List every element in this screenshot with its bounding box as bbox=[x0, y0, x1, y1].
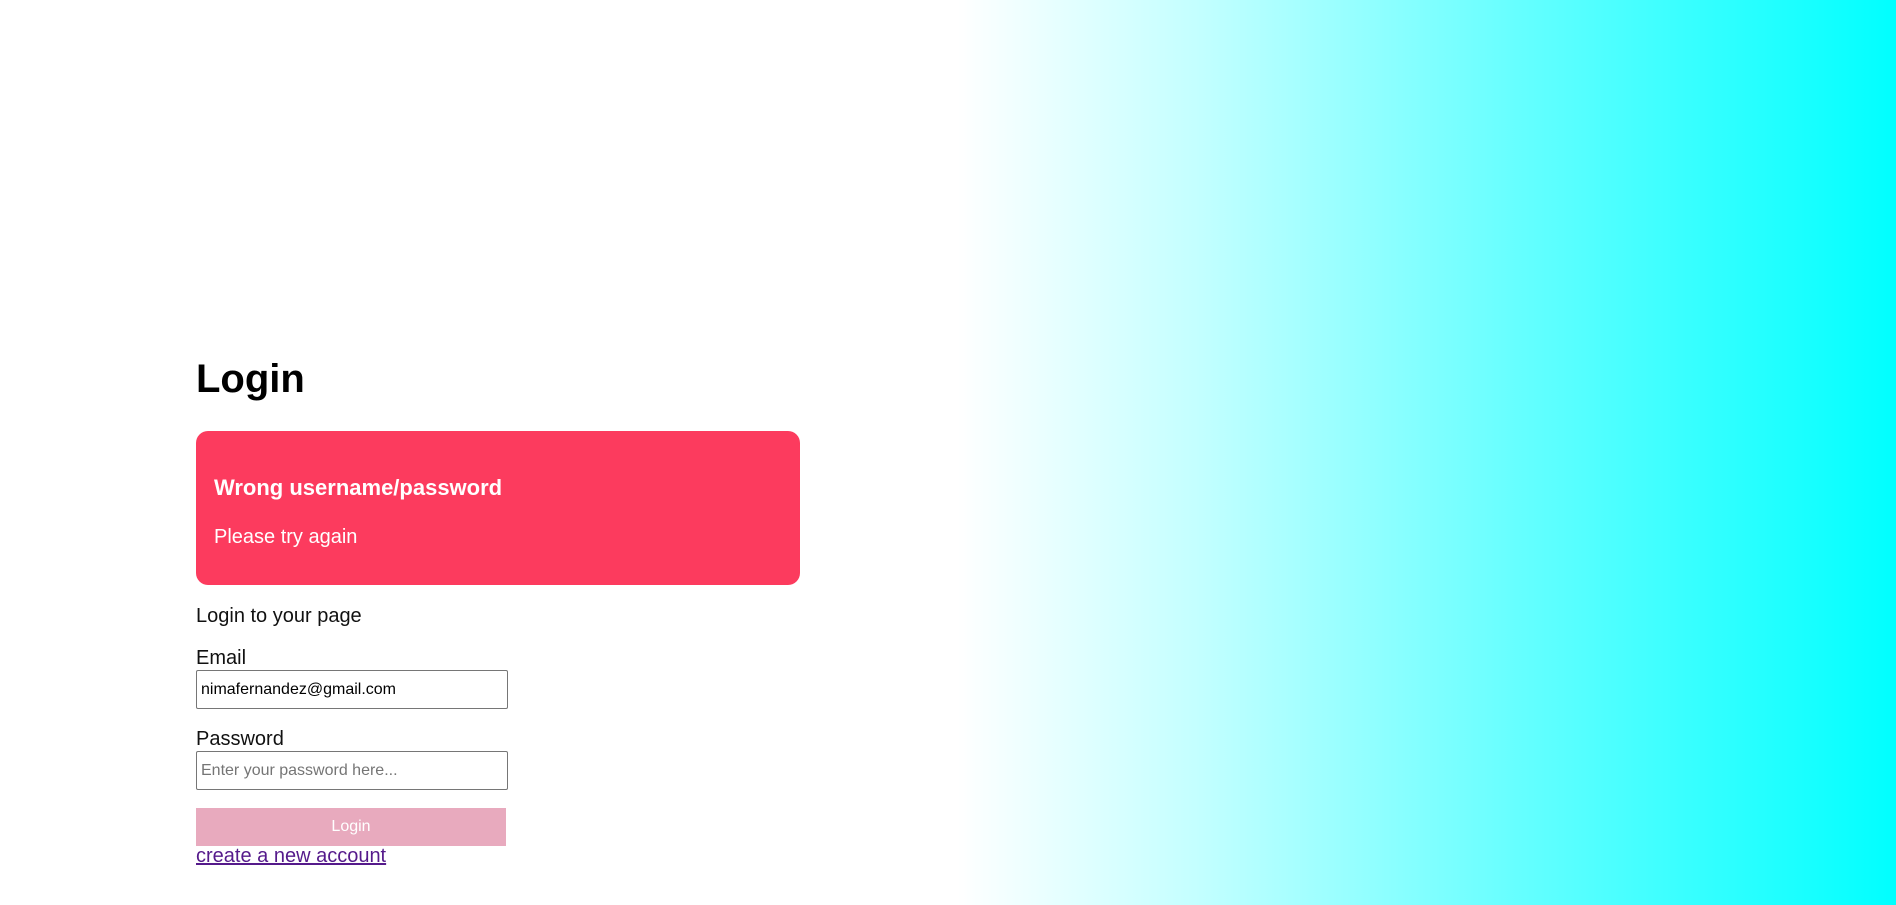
create-account-link[interactable]: create a new account bbox=[196, 845, 386, 868]
email-field[interactable] bbox=[196, 670, 508, 709]
page-title: Login bbox=[196, 357, 305, 401]
password-field[interactable] bbox=[196, 751, 508, 790]
password-label: Password bbox=[196, 728, 284, 750]
alert-message: Please try again bbox=[214, 526, 358, 548]
form-subtitle: Login to your page bbox=[196, 605, 362, 627]
email-label: Email bbox=[196, 647, 247, 669]
error-alert: Wrong username/password Please try again bbox=[196, 431, 800, 585]
alert-title: Wrong username/password bbox=[214, 475, 503, 500]
login-button[interactable]: Login bbox=[196, 808, 506, 846]
login-page: Login Wrong username/password Please try… bbox=[0, 0, 1896, 905]
login-container: Login Wrong username/password Please try… bbox=[196, 355, 800, 867]
